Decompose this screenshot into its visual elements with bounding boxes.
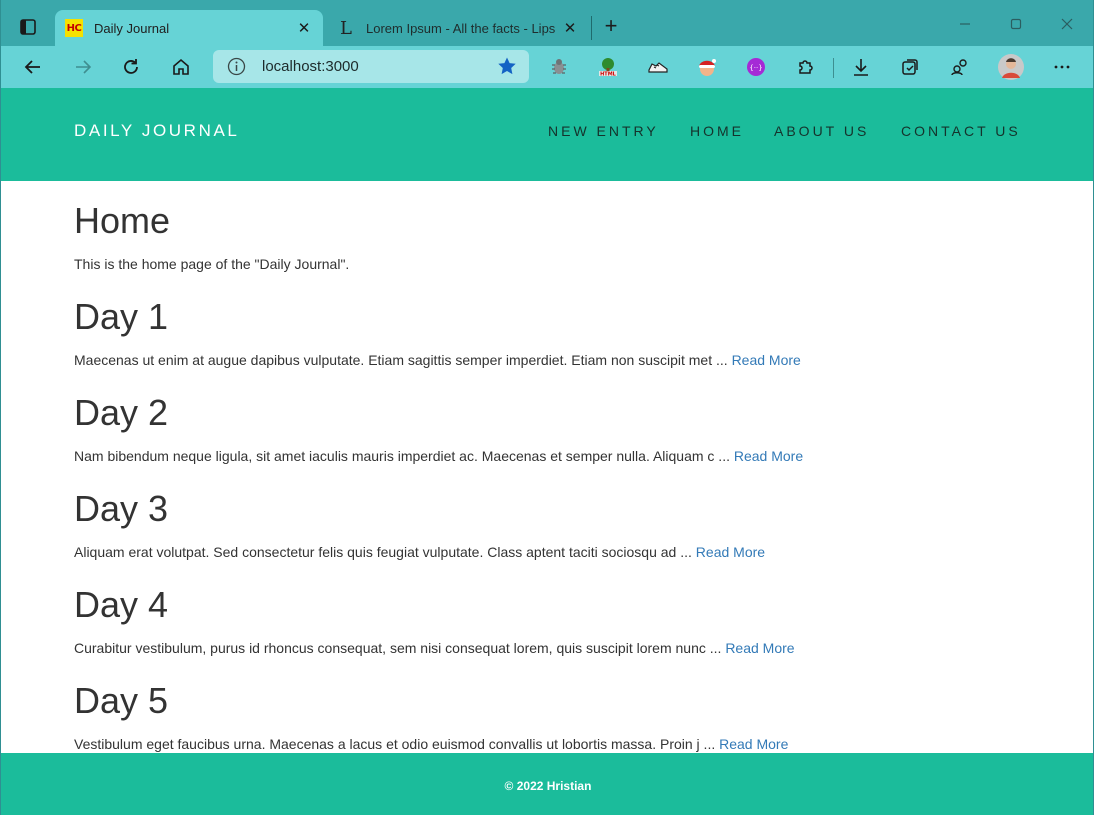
nav-new-entry[interactable]: NEW ENTRY [548,123,659,139]
site-brand[interactable]: DAILY JOURNAL [74,121,239,141]
close-window-icon[interactable] [1047,10,1087,38]
toolbar-divider [833,58,834,78]
reload-icon[interactable] [116,52,146,82]
read-more-link[interactable]: Read More [719,736,788,752]
page-title: Home [74,200,171,241]
home-icon[interactable] [166,52,196,82]
post-excerpt: Maecenas ut enim at augue dapibus vulput… [74,352,801,368]
post-day-4: Day 4 Curabitur vestibulum, purus id rho… [74,584,834,658]
post-excerpt: Vestibulum eget faucibus urna. Maecenas … [74,736,789,752]
bug-extension-icon[interactable] [548,56,570,78]
extensions-puzzle-icon[interactable] [795,56,817,78]
more-icon[interactable] [1051,56,1073,78]
tab-lorem-ipsum[interactable]: L Lorem Ipsum - All the facts - Lipsum g… [327,10,589,46]
url-text[interactable]: localhost:3000 [262,58,359,75]
svg-text:HTML: HTML [600,71,617,77]
svg-text:{··}: {··} [749,64,762,72]
tab-daily-journal[interactable]: HC Daily Journal ✕ [55,10,323,46]
info-icon[interactable] [227,57,246,76]
nav-about-us[interactable]: ABOUT US [774,123,869,139]
nav-contact-us[interactable]: CONTACT US [901,123,1021,139]
post-excerpt: Curabitur vestibulum, purus id rhoncus c… [74,640,795,656]
nav-home[interactable]: HOME [690,123,744,139]
read-more-link[interactable]: Read More [725,640,794,656]
main-content: Home This is the home page of the "Daily… [74,200,834,754]
hc-favicon-icon: HC [65,19,83,37]
site-navbar: DAILY JOURNAL NEW ENTRY HOME ABOUT US CO… [1,88,1093,181]
collections-icon[interactable] [899,56,921,78]
post-excerpt: Nam bibendum neque ligula, sit amet iacu… [74,448,804,464]
avatar[interactable] [998,54,1024,80]
santa-extension-icon[interactable] [696,56,718,78]
post-title: Day 5 [74,680,169,721]
new-tab-icon[interactable]: + [599,14,623,40]
footer-copyright: © 2022 Hristian [504,779,592,793]
read-more-link[interactable]: Read More [696,544,765,560]
post-day-1: Day 1 Maecenas ut enim at augue dapibus … [74,296,834,370]
lipsum-favicon-icon: L [340,17,352,39]
post-title: Day 4 [74,584,169,625]
read-more-link[interactable]: Read More [732,352,801,368]
read-more-link[interactable]: Read More [734,448,803,464]
purple-extension-icon[interactable]: {··} [745,56,767,78]
tab-actions-icon[interactable] [11,12,45,42]
post-title: Day 2 [74,392,169,433]
page-intro: This is the home page of the "Daily Jour… [74,256,350,272]
tab-title: Lorem Ipsum - All the facts - Lipsum gen… [366,20,555,36]
post-excerpt: Aliquam erat volutpat. Sed consectetur f… [74,544,766,560]
address-bar[interactable]: localhost:3000 [213,50,529,83]
forward-arrow-icon[interactable] [68,52,98,82]
profile-switch-icon[interactable] [949,56,971,78]
post-day-5: Day 5 Vestibulum eget faucibus urna. Mae… [74,680,834,754]
post-title: Day 3 [74,488,169,529]
site-footer: © 2022 Hristian [1,753,1093,815]
close-tab-icon[interactable]: ✕ [295,19,313,37]
minimize-icon[interactable] [945,10,985,38]
back-arrow-icon[interactable] [18,52,48,82]
tab-divider [591,16,592,40]
post-day-2: Day 2 Nam bibendum neque ligula, sit ame… [74,392,834,466]
title-bar: HC Daily Journal ✕ L Lorem Ipsum - All t… [1,0,1093,46]
close-tab-icon[interactable]: ✕ [561,19,579,37]
html-tree-extension-icon[interactable]: HTML [597,56,619,78]
star-icon[interactable] [497,56,517,76]
tab-title: Daily Journal [94,20,170,36]
post-day-3: Day 3 Aliquam erat volutpat. Sed consect… [74,488,834,562]
browser-window: HC Daily Journal ✕ L Lorem Ipsum - All t… [0,0,1094,815]
download-icon[interactable] [850,56,872,78]
sneaker-extension-icon[interactable] [647,56,669,78]
post-title: Day 1 [74,296,169,337]
maximize-icon[interactable] [996,10,1036,38]
